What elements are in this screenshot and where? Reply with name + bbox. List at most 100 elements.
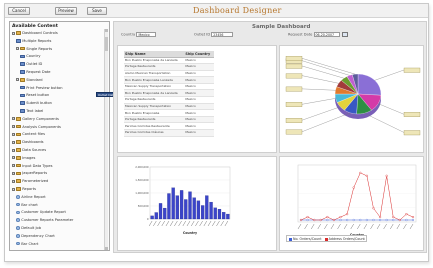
tree-item[interactable]: + Data Sources xyxy=(12,148,46,153)
tree-item[interactable]: Bar Chart xyxy=(16,242,38,247)
x-tick-label xyxy=(403,223,407,230)
expand-icon[interactable]: + xyxy=(12,125,15,129)
data-point xyxy=(372,218,375,222)
tree-item[interactable]: Outlet ID xyxy=(20,62,42,67)
pie-leader-line xyxy=(301,98,336,105)
folder-icon xyxy=(16,163,21,168)
legend-swatch xyxy=(289,237,292,241)
scroll-down-arrow-icon[interactable] xyxy=(105,247,108,250)
tree-item[interactable]: − Reports xyxy=(12,187,36,192)
x-tick-label xyxy=(186,220,191,227)
collapse-icon[interactable]: − xyxy=(16,78,19,82)
tree-item[interactable]: Dependency Chart xyxy=(16,234,55,239)
collapse-icon[interactable]: − xyxy=(12,31,15,35)
expand-icon[interactable]: + xyxy=(12,164,15,168)
tree-item[interactable]: + Gallery Components xyxy=(12,117,59,122)
outlet-input[interactable]: 23456 xyxy=(211,32,234,37)
tree-item[interactable]: Customer Reports Parameter xyxy=(16,218,73,223)
panel-scrollbar[interactable] xyxy=(104,29,108,250)
tree-item[interactable]: − Dashboard Controls xyxy=(12,31,58,36)
bar xyxy=(196,200,201,220)
outlet-label: Outlet ID xyxy=(194,32,211,37)
x-tick-label xyxy=(337,223,341,230)
save-button[interactable]: Save xyxy=(87,7,107,15)
expand-icon[interactable]: + xyxy=(12,140,15,144)
x-tick-label xyxy=(383,223,387,230)
tree-item[interactable]: + Analysis Components xyxy=(12,125,61,130)
y-tick-label: 500,000 xyxy=(138,204,149,208)
orders-table: Ship Name Ship Country Bon Pueblo Enspon… xyxy=(124,51,214,137)
line-chart-legend: No. Orders/Count Address Orders/Count xyxy=(286,235,367,242)
tree-item[interactable]: Customer Update Report xyxy=(16,210,66,215)
tree-item[interactable]: Airline Report xyxy=(16,195,46,200)
expand-icon[interactable]: + xyxy=(12,132,15,136)
expand-icon[interactable]: + xyxy=(12,117,15,121)
grid-icon xyxy=(20,54,25,59)
toolbar: Cancel Preview Save Dashboard Designer xyxy=(5,4,428,18)
y-tick-label: 0 xyxy=(147,217,149,221)
app-title: Dashboard Designer xyxy=(193,6,282,15)
data-point xyxy=(332,218,336,222)
table-cell: Mexico xyxy=(184,129,214,137)
calendar-icon[interactable] xyxy=(341,32,348,37)
available-content-panel: Available Content − Dashboard Controls Mul… xyxy=(9,21,110,251)
country-param: Country Mexico xyxy=(121,32,157,40)
x-tick-label xyxy=(174,220,178,227)
x-tick-label xyxy=(153,220,157,227)
tree-item[interactable]: + JasperReports xyxy=(12,171,47,176)
expand-icon[interactable]: + xyxy=(12,179,15,183)
pie-callout xyxy=(403,130,421,136)
expand-icon[interactable]: + xyxy=(12,156,15,160)
data-point xyxy=(346,218,349,222)
grid-icon xyxy=(16,39,21,43)
scroll-thumb[interactable] xyxy=(105,37,108,51)
tree-item[interactable]: Bar chart xyxy=(16,203,38,208)
data-point xyxy=(392,215,395,219)
pie-leader-line xyxy=(301,112,351,132)
expand-icon[interactable]: + xyxy=(12,171,15,175)
tree-item[interactable]: Request Date xyxy=(20,70,51,75)
table-cell: Portage Restaurants xyxy=(124,116,185,124)
cancel-button[interactable]: Cancel xyxy=(8,7,30,15)
x-tick-label xyxy=(199,220,203,227)
star-icon xyxy=(16,210,20,215)
date-input[interactable]: 06-20-2007 xyxy=(313,32,340,37)
tree-item[interactable]: + Content files xyxy=(12,132,45,137)
tree-item[interactable]: − Single Reports xyxy=(16,47,52,52)
table-cell: Mexico xyxy=(184,116,214,124)
tree-item[interactable]: + Dashboards xyxy=(12,140,44,145)
data-point xyxy=(339,218,342,222)
legend-item: Address Orders/Count xyxy=(328,237,365,241)
collapse-icon[interactable]: − xyxy=(16,47,19,51)
tree-item[interactable]: Default Job xyxy=(16,226,41,231)
tree-item[interactable]: + Parameterized xyxy=(12,179,48,184)
preview-button[interactable]: Preview xyxy=(55,7,77,15)
tree-item[interactable]: Reset button xyxy=(20,93,49,98)
collapse-icon[interactable]: − xyxy=(12,187,15,191)
tree-item[interactable]: − Standard xyxy=(16,78,43,83)
data-point xyxy=(306,218,309,222)
table-cell: Pericles Comidas Clásicas xyxy=(124,129,185,137)
pie-leader-line xyxy=(364,113,405,133)
x-tick-label xyxy=(148,220,153,227)
folder-icon xyxy=(16,187,21,191)
star-icon xyxy=(16,202,20,207)
tree-item[interactable]: Text label xyxy=(20,109,43,114)
pie-callout xyxy=(285,73,303,79)
tree-item[interactable]: Submit button xyxy=(20,101,52,106)
expand-icon[interactable]: + xyxy=(12,148,15,152)
tree-item[interactable]: Country xyxy=(20,54,40,59)
tree-item[interactable]: + Input Data Types xyxy=(12,164,52,169)
country-select[interactable]: Mexico xyxy=(136,32,157,37)
tree-item[interactable]: Print Preview button xyxy=(20,86,63,91)
scroll-up-arrow-icon[interactable] xyxy=(105,29,108,32)
tree-item[interactable]: Multiple Reports xyxy=(16,39,51,44)
tree-item-label: Dependency Chart xyxy=(21,233,55,238)
tree-item[interactable]: + Images xyxy=(12,156,35,161)
grid-icon xyxy=(20,109,25,113)
table-cell: Pericles Comidas Restaurante xyxy=(124,122,185,131)
tree-item-label: Customer Reports Parameter xyxy=(21,218,74,223)
bar xyxy=(184,199,188,220)
bar xyxy=(205,195,209,220)
data-point xyxy=(299,218,303,222)
